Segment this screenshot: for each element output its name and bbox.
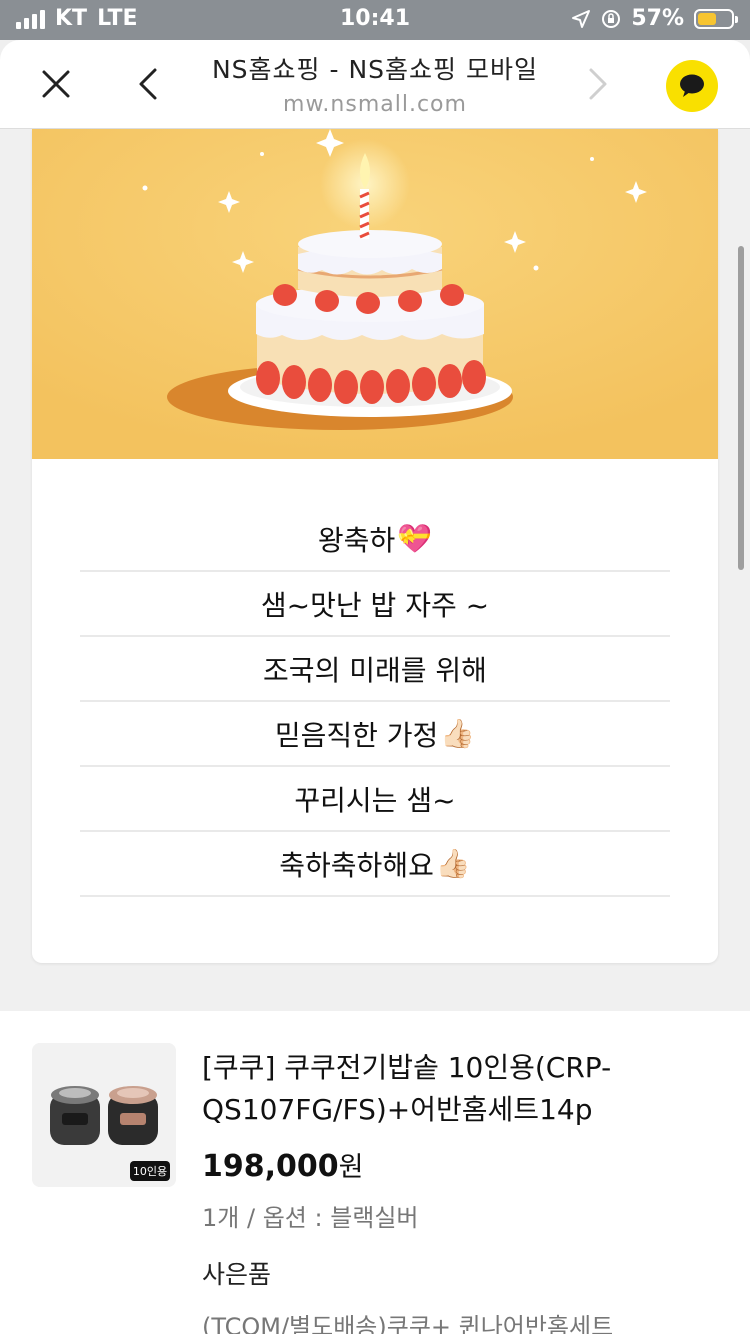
scrollbar[interactable]: [738, 246, 744, 570]
product-name[interactable]: [쿠쿠] 쿠쿠전기밥솥 10인용(CRP-QS107FG/FS)+어반홈세트14…: [202, 1047, 722, 1131]
product-thumbnail[interactable]: 10인용: [32, 1043, 176, 1187]
price-value: 198,000: [202, 1149, 339, 1184]
product-info: [쿠쿠] 쿠쿠전기밥솥 10인용(CRP-QS107FG/FS)+어반홈세트14…: [202, 1047, 722, 1334]
forward-icon[interactable]: [572, 58, 624, 110]
message-text: 꾸리시는 샘~: [294, 783, 456, 817]
browser-nav-bar: NS홈쇼핑 - NS홈쇼핑 모바일 mw.nsmall.com: [0, 40, 750, 129]
message-line: 축하축하해요 👍🏻: [80, 832, 670, 897]
message-text: 축하축하해요: [279, 848, 434, 882]
battery-icon: [694, 8, 738, 29]
message-line: 꾸리시는 샘~: [80, 767, 670, 832]
birthday-cake-banner: [32, 129, 718, 459]
back-icon[interactable]: [122, 58, 174, 110]
message-list: 왕축하 💝 샘~맛난 밥 자주 ~ 조국의 미래를 위해 믿음직한 가정 👍🏻 꾸리시는 샘…: [80, 507, 670, 897]
battery-percent: 57%: [631, 6, 684, 31]
gift-description: (TCOM/별도배송)쿠쿠+ 퀸나어반홈세트: [202, 1313, 614, 1334]
price-currency: 원: [338, 1152, 364, 1183]
message-card: 왕축하 💝 샘~맛난 밥 자주 ~ 조국의 미래를 위해 믿음직한 가정 👍🏻 꾸리시는 샘…: [32, 129, 718, 963]
product-option: 1개 / 옵션 : 블랙실버: [202, 1204, 419, 1232]
message-emoji: 👍🏻: [440, 717, 476, 750]
product-item[interactable]: 10인용 [쿠쿠] 쿠쿠전기밥솥 10인용(CRP-QS107FG/FS)+어반…: [0, 1011, 750, 1334]
message-text: 조국의 미래를 위해: [263, 653, 487, 687]
page-content: 왕축하 💝 샘~맛난 밥 자주 ~ 조국의 미래를 위해 믿음직한 가정 👍🏻 꾸리시는 샘…: [0, 129, 750, 1334]
message-line: 왕축하 💝: [80, 507, 670, 572]
rice-cooker-image: 10인용: [32, 1043, 176, 1187]
message-text: 왕축하: [317, 523, 396, 557]
message-text: 샘~맛난 밥 자주 ~: [260, 588, 490, 622]
message-emoji: 💝: [397, 522, 433, 555]
gift-label: 사은품: [202, 1260, 272, 1289]
location-icon: [572, 9, 591, 28]
rotation-lock-icon: [602, 9, 621, 28]
product-price: 198,000원: [202, 1145, 722, 1184]
status-right: 57%: [571, 6, 738, 31]
page-title: NS홈쇼핑 - NS홈쇼핑 모바일: [211, 55, 538, 84]
thumb-badge: 10인용: [133, 1165, 167, 1178]
page-url: mw.nsmall.com: [283, 92, 467, 117]
status-bar: KT LTE 10:41 57%: [0, 0, 750, 40]
nav-title-area: NS홈쇼핑 - NS홈쇼핑 모바일 mw.nsmall.com: [170, 50, 580, 117]
message-line: 믿음직한 가정 👍🏻: [80, 702, 670, 767]
message-text: 믿음직한 가정: [274, 718, 439, 752]
message-emoji: 👍🏻: [435, 847, 471, 880]
message-line: 샘~맛난 밥 자주 ~: [80, 572, 670, 637]
kakao-chat-icon[interactable]: [666, 60, 718, 112]
message-line: 조국의 미래를 위해: [80, 637, 670, 702]
battery-fill: [698, 12, 717, 25]
close-icon[interactable]: [30, 58, 82, 110]
